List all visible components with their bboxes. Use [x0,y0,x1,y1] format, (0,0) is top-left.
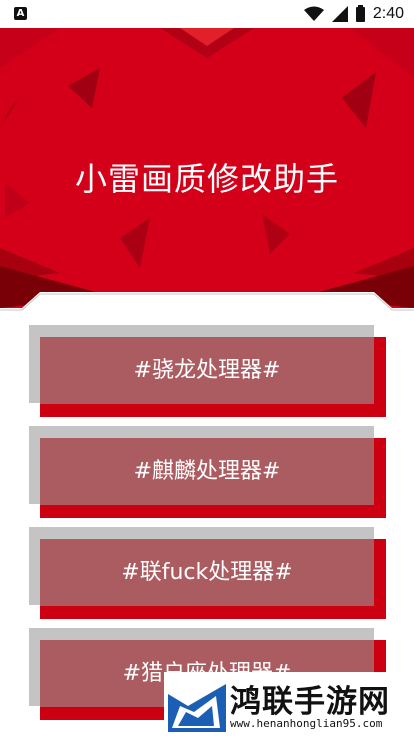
watermark-logo-icon [168,684,226,732]
status-icons: 2:40 [303,4,404,24]
processor-label: #骁龙处理器# [40,337,374,404]
app-notification-icon: A [14,7,27,20]
page-title: 小雷画质修改助手 [74,160,339,198]
processor-button-mediatek[interactable]: #联fuck处理器# [29,527,386,619]
clock: 2:40 [372,5,404,22]
processor-label: #联fuck处理器# [40,539,374,606]
processor-button-snapdragon[interactable]: #骁龙处理器# [29,325,386,417]
header-banner: 小雷画质修改助手 [0,28,414,320]
wifi-icon [303,6,324,21]
watermark-url: www.henanhonglian95.com [230,717,383,730]
signal-icon [331,6,348,22]
processor-button-kirin[interactable]: #麒麟处理器# [29,426,386,518]
battery-icon [355,4,365,22]
status-bar: A 2:40 [0,0,414,28]
watermark-name: 鸿联手游网 [230,684,390,720]
processor-label: #麒麟处理器# [40,438,374,505]
site-watermark: 鸿联手游网 www.henanhonglian95.com [164,672,414,736]
